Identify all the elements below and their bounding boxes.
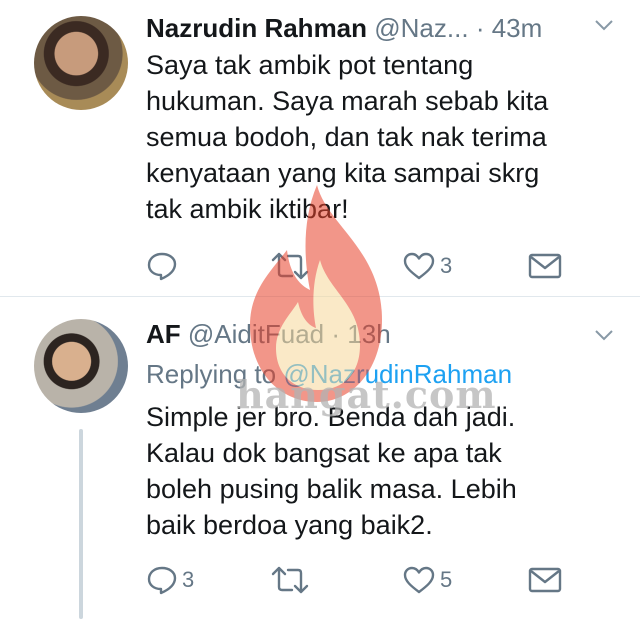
separator-dot: · xyxy=(331,319,341,349)
reply-button[interactable] xyxy=(146,249,182,283)
reply-icon xyxy=(147,252,177,281)
tweet-header: AF @AiditFuad · 13h xyxy=(146,318,616,350)
thread-line xyxy=(79,429,83,619)
replying-to-label: Replying to xyxy=(146,359,277,389)
tweet-text-line: Saya tak ambik pot tentang xyxy=(146,50,474,80)
tweet[interactable]: AF @AiditFuad · 13h Replying to @Nazrudi… xyxy=(0,297,640,619)
like-button[interactable]: 3 xyxy=(402,249,452,283)
tweet-header: Nazrudin Rahman @Naz... · 43m xyxy=(146,12,616,44)
reply-icon xyxy=(147,566,177,595)
envelope-icon xyxy=(528,253,562,279)
message-button[interactable] xyxy=(528,563,562,597)
mention-link[interactable]: @NazrudinRahman xyxy=(283,359,512,389)
separator-dot: · xyxy=(475,13,485,43)
display-name[interactable]: Nazrudin Rahman xyxy=(146,13,367,43)
timestamp[interactable]: 13h xyxy=(347,319,390,349)
user-handle[interactable]: @Naz... xyxy=(374,13,468,43)
tweet-text-line: boleh pusing balik masa. Lebih xyxy=(146,474,517,504)
like-count: 3 xyxy=(440,253,453,278)
reply-count: 3 xyxy=(182,567,195,592)
tweet-text-line: kenyataan yang kita sampai skrg xyxy=(146,158,540,188)
heart-icon xyxy=(403,252,435,280)
envelope-icon xyxy=(528,567,562,593)
tweet-text-line: hukuman. Saya marah sebab kita xyxy=(146,86,549,116)
retweet-icon xyxy=(271,566,309,594)
reply-button[interactable]: 3 xyxy=(146,563,194,597)
tweet-actions: 3 5 xyxy=(146,563,616,597)
tweet-text-line: Simple jer bro. Benda dah jadi. xyxy=(146,402,516,432)
display-name[interactable]: AF xyxy=(146,319,181,349)
like-button[interactable]: 5 xyxy=(402,563,452,597)
tweet-text-line: Kalau dok bangsat ke apa tak xyxy=(146,438,502,468)
tweet-actions: 3 xyxy=(146,249,616,283)
tweet-text: Simple jer bro. Benda dah jadi. Kalau do… xyxy=(146,399,616,543)
tweet-text-line: semua bodoh, dan tak nak terima xyxy=(146,122,547,152)
retweet-button[interactable] xyxy=(270,249,314,283)
user-handle[interactable]: @AiditFuad xyxy=(188,319,324,349)
retweet-button[interactable] xyxy=(270,563,314,597)
tweet-text-line: tak ambik iktibar! xyxy=(146,194,349,224)
avatar[interactable] xyxy=(34,319,128,413)
heart-icon xyxy=(403,566,435,594)
tweet-text-line: baik berdoa yang baik2. xyxy=(146,510,433,540)
message-button[interactable] xyxy=(528,249,562,283)
replying-to: Replying to @NazrudinRahman xyxy=(146,359,512,390)
chevron-down-icon[interactable] xyxy=(594,18,614,32)
retweet-icon xyxy=(271,252,309,280)
tweet[interactable]: Nazrudin Rahman @Naz... · 43m Saya tak a… xyxy=(0,0,640,297)
timestamp[interactable]: 43m xyxy=(492,13,543,43)
avatar[interactable] xyxy=(34,16,128,110)
like-count: 5 xyxy=(440,567,453,592)
chevron-down-icon[interactable] xyxy=(594,328,614,342)
tweet-text: Saya tak ambik pot tentang hukuman. Saya… xyxy=(146,47,616,227)
